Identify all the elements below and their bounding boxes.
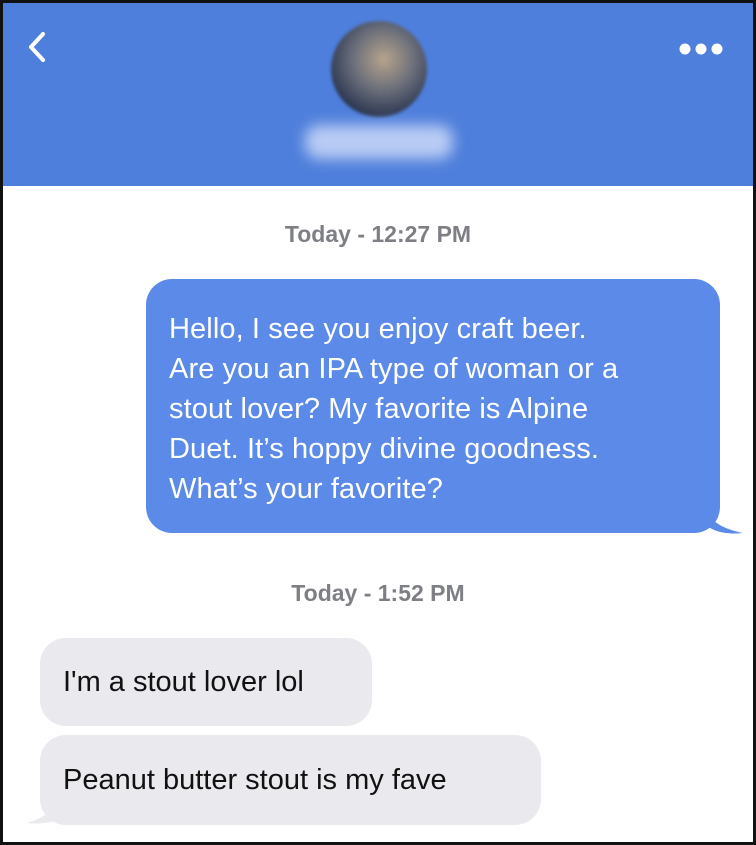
message-line: Hello, I see you enjoy craft beer.	[169, 313, 587, 345]
back-button[interactable]	[21, 27, 57, 67]
more-options-button[interactable]	[677, 41, 725, 57]
chat-screen: Today - 12:27 PM Hello, I see you enjoy …	[0, 0, 756, 845]
message-line: What’s your favorite?	[169, 473, 443, 505]
message-line: Duet. It’s hoppy divine goodness.	[169, 433, 599, 465]
message-timestamp: Today - 1:52 PM	[291, 580, 465, 606]
chat-header	[3, 3, 753, 186]
message-line: stout lover? My favorite is Alpine	[169, 393, 589, 425]
outgoing-message-bubble[interactable]: Hello, I see you enjoy craft beer. Are y…	[146, 279, 720, 533]
message-timestamp: Today - 12:27 PM	[284, 221, 472, 247]
contact-avatar[interactable]	[331, 21, 427, 117]
incoming-message-bubble[interactable]: Peanut butter stout is my fave	[40, 735, 541, 825]
incoming-message-bubble[interactable]: I'm a stout lover lol	[40, 638, 372, 726]
message-line: Are you an IPA type of woman or a	[169, 353, 619, 385]
outgoing-bubble-tail	[703, 495, 743, 534]
more-horizontal-icon	[679, 43, 723, 55]
message-text: Peanut butter stout is my fave	[63, 763, 447, 796]
contact-name[interactable]	[305, 125, 453, 159]
chevron-left-icon	[29, 32, 45, 62]
message-text: I'm a stout lover lol	[63, 665, 304, 698]
